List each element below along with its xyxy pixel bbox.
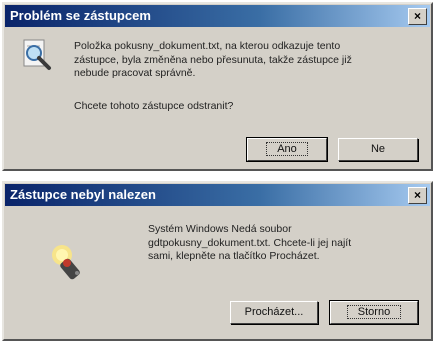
message-line: nebude pracovat správně. (74, 67, 196, 79)
message-line: Položka pokusny_dokument.txt, na kterou … (74, 40, 341, 52)
dialog-title: Problém se zástupcem (10, 8, 151, 23)
message-line: sami, klepněte na tlačítko Procházet. (148, 250, 320, 262)
cancel-label: Storno (346, 305, 402, 319)
no-button[interactable]: Ne (338, 138, 418, 161)
shortcut-not-found-dialog: Zástupce nebyl nalezen × Systém Windows … (2, 181, 433, 341)
message-line: Systém Windows Nedá soubor (148, 223, 292, 235)
flashlight-icon (50, 243, 90, 283)
cancel-button[interactable]: Storno (329, 300, 419, 325)
close-button[interactable]: × (408, 8, 427, 25)
message-line: zástupce, byla změněna nebo přesunuta, t… (74, 53, 352, 66)
browse-label: Procházet... (244, 306, 304, 318)
no-label: Ne (370, 143, 386, 155)
title-bar: Zástupce nebyl nalezen × (5, 184, 430, 206)
dialog-title: Zástupce nebyl nalezen (10, 187, 156, 202)
browse-button[interactable]: Procházet... (230, 301, 318, 324)
message-line: gdtpokusny_dokument.txt. Chcete-li jej n… (148, 236, 352, 249)
close-button[interactable]: × (408, 187, 427, 204)
message-text: Položka pokusny_dokument.txt, na kterou … (74, 40, 352, 81)
question-text: Chcete tohoto zástupce odstranit? (74, 100, 234, 112)
search-icon (20, 38, 54, 72)
yes-button[interactable]: Ano (246, 137, 328, 162)
title-bar: Problém se zástupcem × (5, 5, 430, 27)
yes-label: Ano (266, 142, 308, 156)
problem-shortcut-dialog: Problém se zástupcem × Položka pokusny_d… (2, 2, 433, 171)
message-text: Systém Windows Nedá soubor gdtpokusny_do… (148, 223, 351, 264)
